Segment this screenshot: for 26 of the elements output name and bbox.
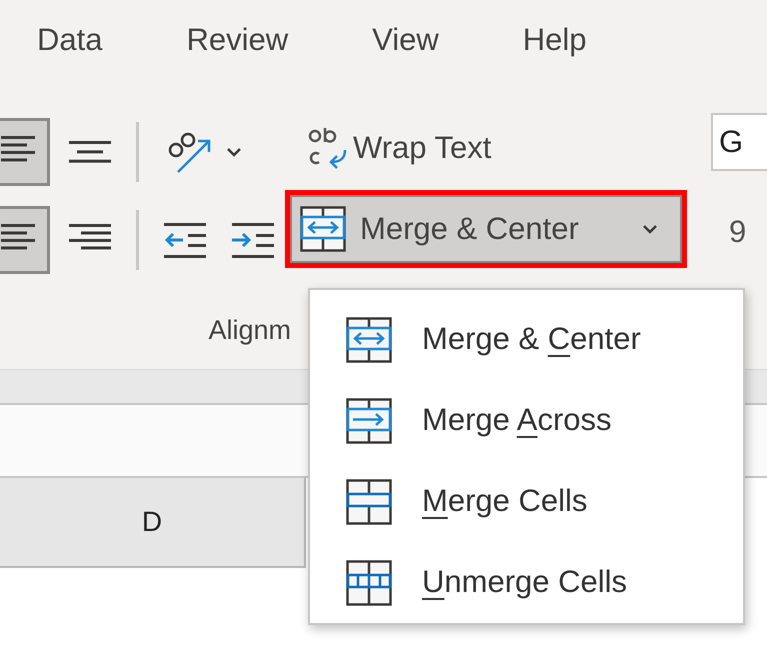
alignment-button[interactable] [0,206,50,274]
alignment-button[interactable] [0,118,50,186]
wrap-text-button[interactable]: Wrap Text [285,118,687,178]
ribbon-tab[interactable]: Review [186,16,288,64]
decrease-indent-icon [164,220,206,260]
wrap-text-icon [307,126,349,170]
ribbon-tab[interactable]: View [372,16,439,64]
chevron-down-icon [642,224,658,234]
menu-item[interactable]: Unmerge Cells [310,542,743,623]
merge-cells-icon [346,398,392,444]
menu-item[interactable]: Merge Cells [310,461,743,542]
ribbon-tab[interactable]: Help [522,16,587,64]
menu-item[interactable]: Merge Across [310,380,743,461]
merge-cells-icon [346,478,392,524]
column-header: D [142,505,162,539]
group-label: Alignm [208,314,291,347]
ribbon-text: 9 [728,213,748,251]
ribbon-tab[interactable]: Data [37,16,102,64]
increase-indent-icon [232,220,274,260]
merge-cells-icon [346,316,392,362]
merge-center-button[interactable]: Merge & Center [290,195,682,263]
number-format-field[interactable]: G [711,113,767,171]
menu-item[interactable]: Merge & Center [310,299,743,380]
unmerge-cells-icon [346,560,392,606]
merge-cells-icon [300,206,346,252]
chevron-down-icon [226,147,242,157]
